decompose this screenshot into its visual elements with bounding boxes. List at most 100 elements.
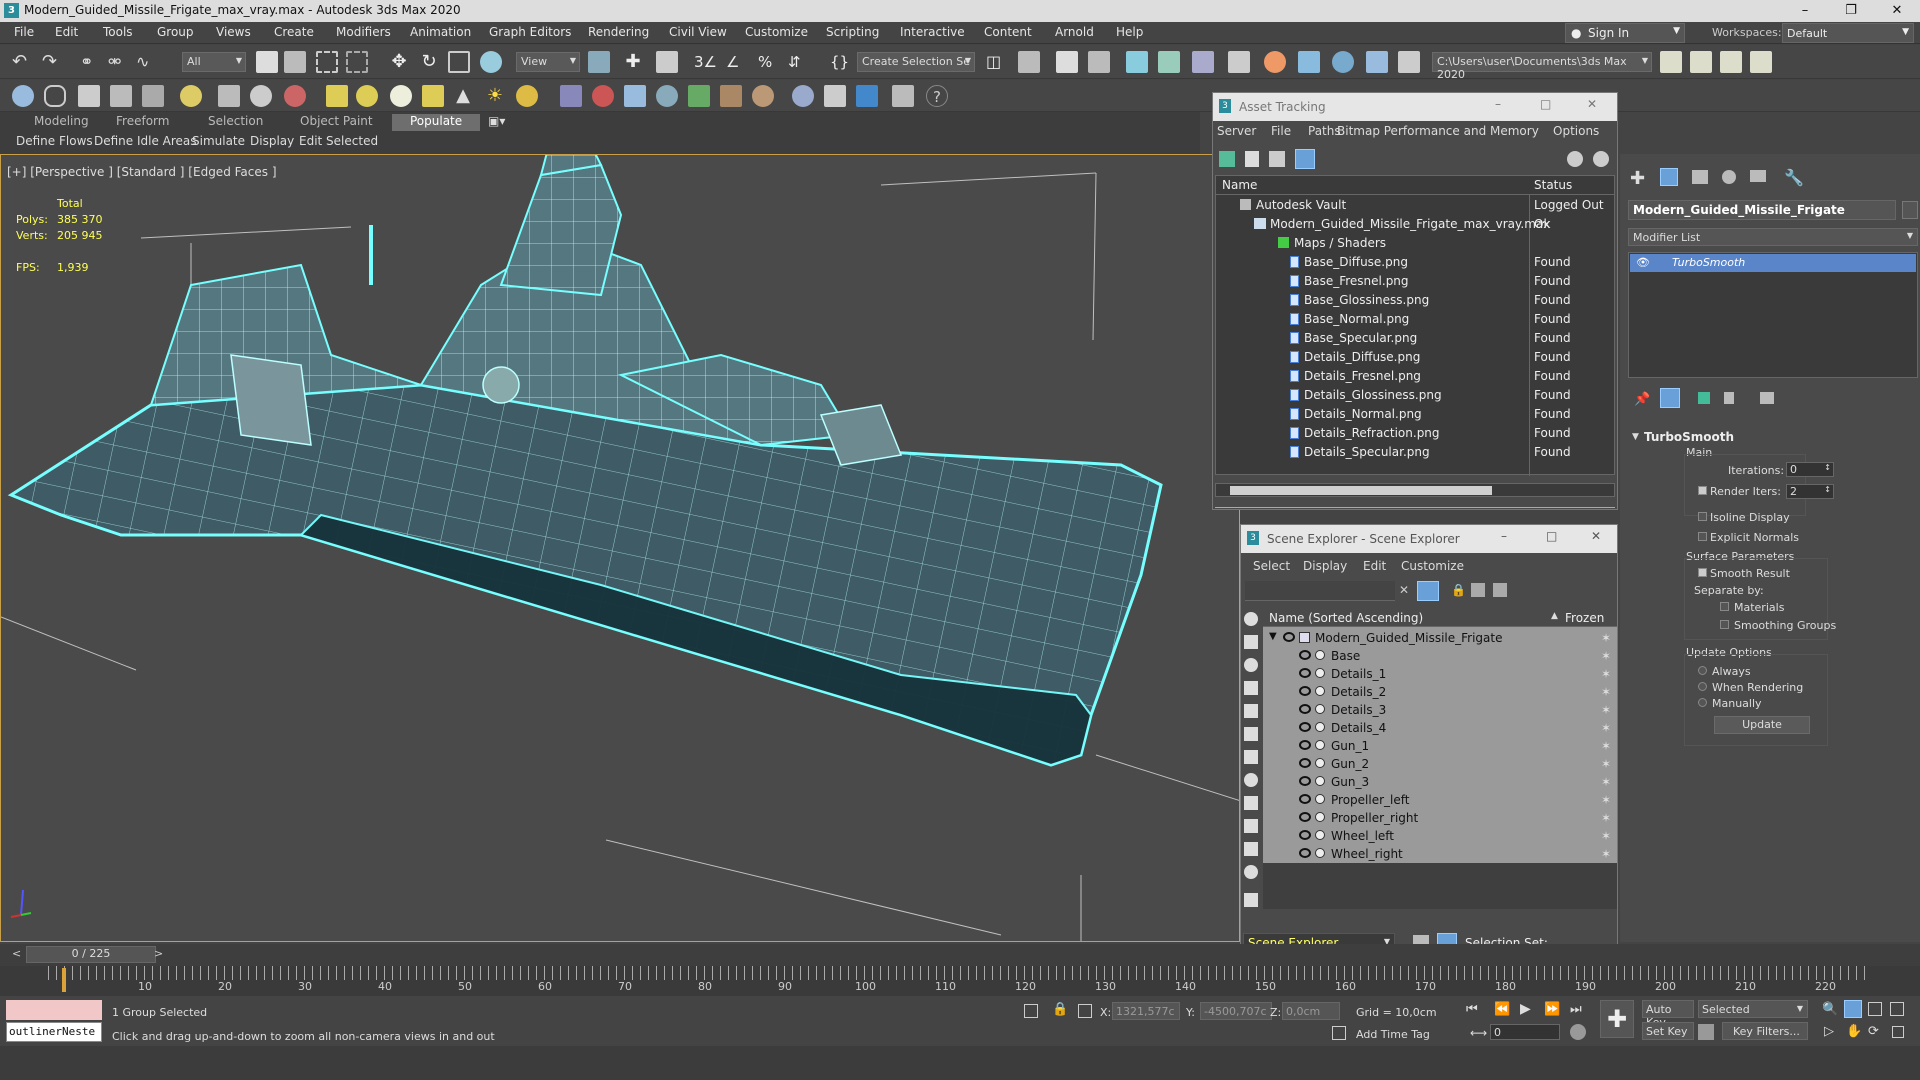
asset-row-scene-file[interactable]: Modern_Guided_Missile_Frigate_max_vray.m… bbox=[1216, 215, 1614, 234]
select-by-name-icon[interactable] bbox=[284, 51, 306, 73]
asset-row[interactable]: Details_Diffuse.png Found bbox=[1216, 348, 1614, 367]
time-slider[interactable]: 0 / 225 bbox=[26, 946, 156, 963]
minimize-button[interactable]: – bbox=[1501, 529, 1507, 543]
scene-row[interactable]: Details_2 ✶ bbox=[1263, 683, 1617, 701]
cloud-icon[interactable] bbox=[44, 85, 66, 107]
eye-icon[interactable] bbox=[1283, 632, 1295, 642]
display-helpers-icon[interactable] bbox=[1244, 704, 1258, 718]
window-crossing-icon[interactable] bbox=[346, 51, 368, 73]
menu-edit[interactable]: Edit bbox=[55, 25, 78, 39]
render-setup-icon[interactable] bbox=[1264, 51, 1286, 73]
scrollbar-thumb[interactable] bbox=[1230, 486, 1492, 495]
motion-tab-icon[interactable] bbox=[1722, 170, 1736, 184]
redo-icon[interactable]: ↷ bbox=[42, 51, 64, 73]
key-filters-button[interactable]: Key Filters... bbox=[1722, 1022, 1808, 1040]
frozen-icon[interactable]: ✶ bbox=[1601, 829, 1611, 843]
menu-civil-view[interactable]: Civil View bbox=[669, 25, 727, 39]
ribbon-tab-selection[interactable]: Selection bbox=[208, 114, 263, 128]
display-hidden-icon[interactable] bbox=[1244, 865, 1258, 879]
frozen-icon[interactable]: ✶ bbox=[1601, 631, 1611, 645]
rollout-title[interactable]: TurboSmooth bbox=[1644, 430, 1734, 444]
lock-icon[interactable]: 🔒 bbox=[1451, 583, 1466, 597]
add-time-tag-label[interactable]: Add Time Tag bbox=[1356, 1028, 1430, 1041]
settings-icon[interactable] bbox=[1593, 151, 1609, 167]
project-folder-dropdown[interactable]: C:\Users\user\Documents\3ds Max 2020 ▼ bbox=[1432, 52, 1652, 81]
display-frozen-icon[interactable] bbox=[1244, 842, 1258, 856]
isolate-selection-icon[interactable] bbox=[1024, 1004, 1038, 1018]
materials-checkbox[interactable] bbox=[1720, 602, 1729, 611]
eye-icon[interactable] bbox=[1299, 668, 1311, 678]
scene-row[interactable]: Details_3 ✶ bbox=[1263, 701, 1617, 719]
keyboard-shortcut-override-icon[interactable] bbox=[656, 51, 678, 73]
display-space-warps-icon[interactable] bbox=[1244, 727, 1258, 741]
eye-icon[interactable] bbox=[1299, 686, 1311, 696]
undo-icon[interactable]: ↶ bbox=[12, 51, 34, 73]
project-icon-1[interactable] bbox=[1660, 51, 1682, 73]
list-view-icon[interactable] bbox=[1245, 151, 1259, 167]
iterations-spinner[interactable]: 0 ↕ bbox=[1786, 462, 1834, 477]
vray-render-icon[interactable] bbox=[856, 85, 878, 107]
frozen-icon[interactable]: ✶ bbox=[1601, 793, 1611, 807]
horizontal-scrollbar[interactable] bbox=[1215, 483, 1615, 497]
project-icon-4[interactable] bbox=[1750, 51, 1772, 73]
create-tab-icon[interactable]: ✚ bbox=[1630, 168, 1645, 189]
asset-menu-options[interactable]: Options bbox=[1553, 124, 1599, 138]
select-and-scale-icon[interactable] bbox=[448, 51, 470, 73]
scene-menu-select[interactable]: Select bbox=[1253, 559, 1290, 573]
teapot-icon[interactable] bbox=[12, 85, 34, 107]
asset-row[interactable]: Base_Specular.png Found bbox=[1216, 329, 1614, 348]
scene-search-input[interactable] bbox=[1245, 581, 1395, 601]
menu-content[interactable]: Content bbox=[984, 25, 1032, 39]
next-frame-icon[interactable]: ⏩ bbox=[1544, 1002, 1560, 1017]
vray-frame-buffer-icon[interactable] bbox=[824, 85, 846, 107]
eye-icon[interactable] bbox=[1299, 704, 1311, 714]
layer-explorer-icon[interactable] bbox=[1088, 51, 1110, 73]
mirror-icon[interactable]: ◫ bbox=[986, 51, 1008, 73]
pivot-center-icon[interactable] bbox=[588, 51, 610, 73]
maximize-button[interactable]: □ bbox=[1546, 529, 1557, 543]
minimize-button[interactable]: – bbox=[1782, 0, 1828, 22]
go-to-end-icon[interactable]: ⏭ bbox=[1570, 1002, 1582, 1017]
show-end-result-icon[interactable] bbox=[1660, 388, 1680, 408]
scene-row[interactable]: Details_4 ✶ bbox=[1263, 719, 1617, 737]
play-icon[interactable]: ▶ bbox=[1520, 1001, 1531, 1017]
asset-row[interactable]: Base_Glossiness.png Found bbox=[1216, 291, 1614, 310]
ribbon-tab-freeform[interactable]: Freeform bbox=[116, 114, 169, 128]
pin-stack-icon[interactable]: 📌 bbox=[1634, 392, 1650, 407]
asset-path-field[interactable] bbox=[1215, 507, 1615, 510]
menu-animation[interactable]: Animation bbox=[410, 25, 471, 39]
schematic-view-icon[interactable] bbox=[1192, 51, 1214, 73]
create-selection-set-dropdown[interactable]: Create Selection Se ▼ bbox=[857, 52, 975, 72]
sun-icon[interactable]: ☀ bbox=[484, 85, 506, 107]
eye-icon[interactable] bbox=[1299, 848, 1311, 858]
ribbon-tab-object-paint[interactable]: Object Paint bbox=[300, 114, 373, 128]
scene-row[interactable]: Gun_1 ✶ bbox=[1263, 737, 1617, 755]
scene-row[interactable]: Propeller_right ✶ bbox=[1263, 809, 1617, 827]
zoom-extents-icon[interactable] bbox=[1868, 1002, 1882, 1016]
help-icon[interactable]: ? bbox=[926, 85, 948, 107]
make-unique-icon[interactable] bbox=[1698, 392, 1710, 404]
link-icon[interactable]: ⚭ bbox=[80, 51, 102, 73]
scene-row[interactable]: Wheel_left ✶ bbox=[1263, 827, 1617, 845]
render-iters-spinner[interactable]: 2 ↕ bbox=[1786, 484, 1834, 499]
scene-menu-edit[interactable]: Edit bbox=[1363, 559, 1386, 573]
time-configuration-icon[interactable] bbox=[1570, 1024, 1586, 1040]
set-key-button[interactable]: Set Key bbox=[1642, 1022, 1694, 1040]
frozen-icon[interactable]: ✶ bbox=[1601, 739, 1611, 753]
sound-icon[interactable] bbox=[250, 85, 272, 107]
display-lights-icon[interactable] bbox=[1244, 658, 1258, 672]
asset-row[interactable]: Details_Normal.png Found bbox=[1216, 405, 1614, 424]
field-of-view-icon[interactable]: ▷ bbox=[1824, 1024, 1834, 1039]
explicit-normals-checkbox[interactable] bbox=[1698, 532, 1707, 541]
x-coordinate-field[interactable]: 1321,577c bbox=[1112, 1002, 1180, 1020]
modify-tab-icon[interactable] bbox=[1660, 168, 1678, 186]
menu-arnold[interactable]: Arnold bbox=[1055, 25, 1094, 39]
modifier-stack-item-turbosmooth[interactable]: 👁 TurboSmooth bbox=[1630, 254, 1916, 272]
asset-row[interactable]: Base_Fresnel.png Found bbox=[1216, 272, 1614, 291]
simulate-button[interactable]: Simulate bbox=[192, 134, 245, 148]
proxy-icon[interactable] bbox=[624, 85, 646, 107]
menu-graph-editors[interactable]: Graph Editors bbox=[489, 25, 571, 39]
menu-modifiers[interactable]: Modifiers bbox=[336, 25, 391, 39]
light-icon[interactable] bbox=[180, 85, 202, 107]
display-groups-icon[interactable] bbox=[1244, 750, 1258, 764]
